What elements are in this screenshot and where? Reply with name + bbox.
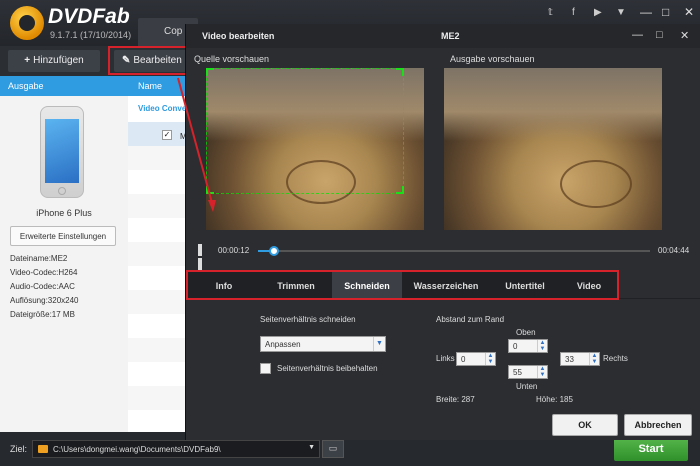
right-label: Rechts (603, 354, 628, 363)
seek-slider[interactable] (258, 246, 650, 256)
crop-ratio-label: Seitenverhältnis schneiden (260, 315, 356, 324)
source-video-preview[interactable] (206, 68, 424, 230)
dropdown-icon[interactable]: ▼ (616, 7, 626, 18)
keep-ratio-label: Seitenverhältnis beibehalten (277, 364, 378, 373)
total-time: 00:04:44 (658, 246, 690, 255)
dialog-filename: ME2 (441, 31, 460, 41)
title-checkbox[interactable]: ✓ (162, 130, 172, 140)
playback-bar: 00:00:12 00:04:44 (186, 240, 700, 270)
folder-icon (38, 445, 48, 453)
highlight-edit-button (108, 46, 188, 75)
list-row (128, 386, 188, 410)
tabs-filler (618, 271, 700, 299)
height-label-text: Höhe: (536, 395, 558, 404)
width-label: Breite: 287 (436, 395, 475, 404)
output-panel-header: Ausgabe (0, 76, 128, 96)
ok-button[interactable]: OK (552, 414, 618, 436)
info-filesize: Dateigröße:17 MB (10, 310, 75, 319)
current-time: 00:00:12 (218, 246, 250, 255)
output-panel: Ausgabe iPhone 6 Plus Erweiterte Einstel… (0, 76, 128, 432)
app-brand: DVDFab (48, 5, 130, 28)
maximize-icon[interactable]: □ (662, 5, 669, 19)
name-column-header: Name (128, 76, 188, 96)
info-filename: Dateiname:ME2 (10, 254, 68, 263)
destination-path-field[interactable]: C:\Users\dongmei.wang\Documents\DVDFab9\… (32, 440, 320, 458)
cancel-button[interactable]: Abbrechen (624, 414, 692, 436)
start-button[interactable]: Start (614, 437, 688, 461)
width-value: 287 (461, 395, 475, 404)
output-video-preview (444, 68, 662, 230)
maximize-icon[interactable]: □ (656, 29, 663, 41)
source-preview-label: Quelle vorschauen (194, 54, 270, 64)
twitter-icon[interactable]: 𝕥 (548, 7, 553, 18)
chevron-down-icon: ▼ (373, 337, 385, 351)
minimize-icon[interactable]: — (640, 5, 652, 19)
video-converter-title: Video Conve (138, 104, 187, 113)
list-row (128, 338, 188, 362)
bottom-margin-value: 55 (513, 368, 522, 377)
iphone-device-image (40, 106, 84, 198)
title-list-panel: Name Video Conve ✓ M (128, 76, 188, 432)
edit-video-dialog: Video bearbeiten ME2 — □ ✕ Quelle vorsch… (185, 24, 700, 440)
info-resolution: Auflösung:320x240 (10, 296, 79, 305)
left-margin-spinner[interactable]: 0 ▲ ▼ (456, 352, 496, 366)
list-item[interactable] (128, 122, 188, 146)
bottom-margin-spinner[interactable]: 55 ▲ ▼ (508, 365, 548, 379)
plus-icon: + (24, 55, 31, 66)
crop-ratio-select[interactable]: Anpassen ▼ (260, 336, 386, 352)
pause-icon[interactable] (198, 244, 210, 270)
crop-rectangle[interactable] (206, 68, 404, 194)
height-value: 185 (559, 395, 573, 404)
bottom-label: Unten (516, 382, 538, 391)
youtube-icon[interactable]: ▶ (594, 7, 602, 18)
close-icon[interactable]: ✕ (684, 5, 694, 19)
dvdfab-logo-icon (10, 6, 44, 40)
add-button[interactable]: + Hinzufügen (8, 50, 100, 72)
dialog-title-bar: Video bearbeiten ME2 — □ ✕ (186, 24, 700, 48)
height-label: Höhe: 185 (536, 395, 573, 404)
minimize-icon[interactable]: — (632, 29, 643, 41)
width-label-text: Breite: (436, 395, 460, 404)
top-margin-spinner[interactable]: 0 ▲ ▼ (508, 339, 548, 353)
advanced-settings-button[interactable]: Erweiterte Einstellungen (10, 226, 116, 246)
left-margin-value: 0 (461, 355, 466, 364)
destination-path: C:\Users\dongmei.wang\Documents\DVDFab9\ (53, 445, 221, 454)
app-version: 9.1.7.1 (17/10/2014) (50, 30, 132, 40)
list-row (128, 194, 188, 218)
output-preview-label: Ausgabe vorschauen (450, 54, 535, 64)
chevron-down-icon[interactable]: ▼ (308, 444, 315, 451)
info-audio-codec: Audio-Codec:AAC (10, 282, 75, 291)
list-row (128, 242, 188, 266)
add-button-label: Hinzufügen (33, 55, 84, 66)
facebook-icon[interactable]: f (572, 7, 575, 18)
right-margin-value: 33 (565, 355, 574, 364)
info-video-codec: Video-Codec:H264 (10, 268, 78, 277)
crop-ratio-value: Anpassen (265, 340, 301, 349)
top-margin-value: 0 (513, 342, 518, 351)
highlight-tabs (186, 270, 619, 300)
list-row (128, 290, 188, 314)
seek-handle[interactable] (269, 246, 280, 256)
folder-open-icon[interactable]: ▭ (322, 440, 344, 458)
list-row (128, 146, 188, 170)
destination-label: Ziel: (10, 444, 28, 454)
right-margin-spinner[interactable]: 33 ▲ ▼ (560, 352, 600, 366)
device-name: iPhone 6 Plus (36, 208, 92, 218)
margin-label: Abstand zum Rand (436, 315, 505, 324)
keep-ratio-checkbox[interactable] (260, 363, 271, 374)
dialog-title: Video bearbeiten (202, 31, 275, 41)
close-icon[interactable]: ✕ (680, 29, 689, 42)
top-label: Oben (516, 328, 536, 337)
left-label: Links (436, 354, 455, 363)
